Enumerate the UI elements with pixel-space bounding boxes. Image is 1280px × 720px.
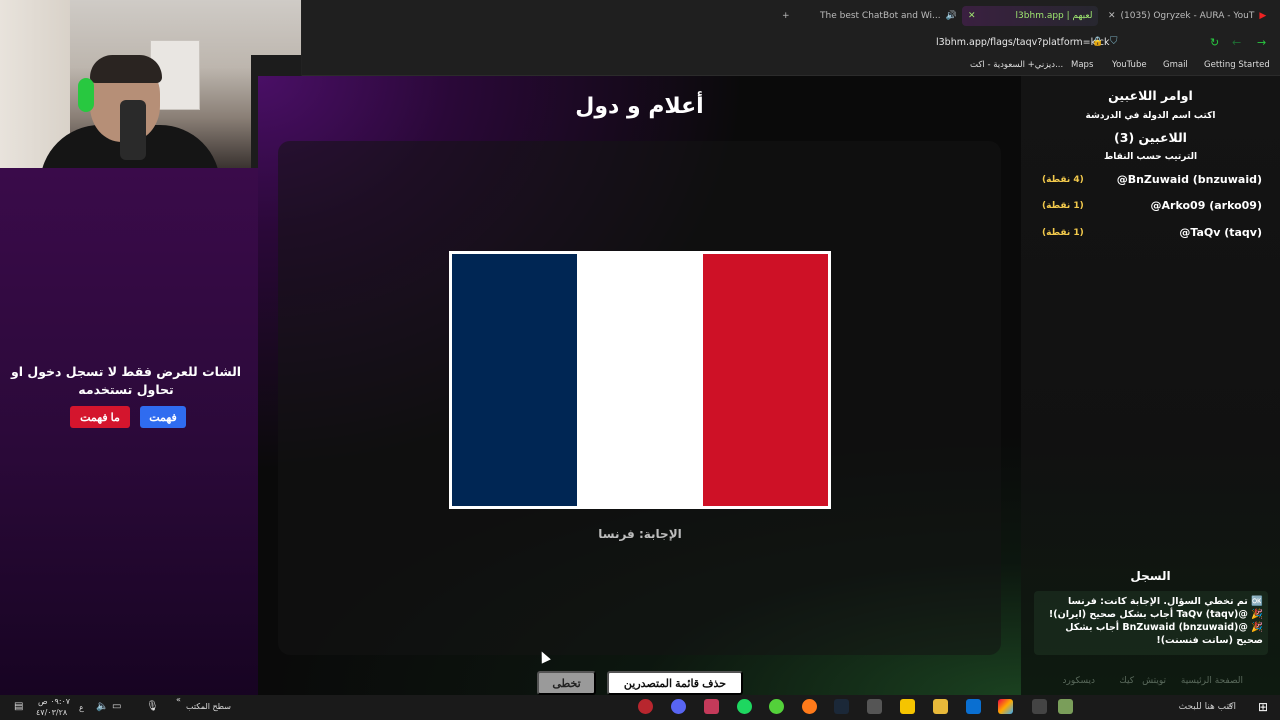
chatbot-icon[interactable] [769,699,784,714]
store-icon[interactable] [900,699,915,714]
log-title: السجل [1130,569,1171,583]
not-understood-button[interactable]: ما فهمت [70,406,130,428]
desktop-label[interactable]: سطح المكتب [186,702,231,711]
skip-button[interactable]: تخطى [537,671,596,695]
tab-l3bhm[interactable]: ✕ l3bhm.app | لعبهم [962,6,1099,26]
commands-subtitle: اكتب اسم الدولة في الدردشة [1085,111,1216,121]
player-row: @Arko09 (arko09) (1 نقطة) [1036,199,1266,217]
understood-button[interactable]: فهمت [140,406,186,428]
bookmark-youtube[interactable]: YouTube [1112,60,1147,70]
players-title: اللاعبين (3) [1114,130,1187,145]
page-title: أعلام و دول [575,94,704,119]
spotify-icon[interactable] [737,699,752,714]
obs-icon[interactable] [638,699,653,714]
log-entry: 🎉 @TaQv (taqv) أجاب بشكل صحيح (ايران)! [1048,609,1263,620]
flag-stripe-blue [452,254,578,506]
taskbar-app-icon[interactable] [1058,699,1073,714]
player-name: @Arko09 (arko09) [1150,199,1262,212]
notification-icon[interactable]: ▤ [14,701,23,712]
youtube-icon: ▶ [1259,11,1267,21]
mute-icon[interactable]: 🔊 [946,11,957,21]
chat-notice: الشات للعرض فقط لا تسجل دخول او تحاول تس… [10,364,242,397]
network-icon[interactable]: ▭ [112,701,121,712]
file-explorer-icon[interactable] [933,699,948,714]
footer-link-discord[interactable]: ديسكورد [1062,676,1095,686]
app-icon[interactable] [867,699,882,714]
close-icon[interactable]: ✕ [1108,11,1116,21]
answer-text: الإجابة: فرنسا [598,527,682,541]
footer-link-kick[interactable]: كيك [1119,676,1134,686]
url-input[interactable]: l3bhm.app/flags/taqv?platform=kick [936,37,1110,48]
player-name: @TaQv (taqv) [1179,226,1262,239]
steam-icon[interactable] [834,699,849,714]
log-box[interactable]: 🆗 تم تخطي السؤال. الإجابة كانت: فرنسا 🎉 … [1034,591,1268,655]
microphone-icon[interactable]: 🎙 [146,701,159,712]
tab-bar: + The best ChatBot and Wi... 🔊 ✕ l3bhm.a… [302,0,1280,32]
task-view-icon[interactable] [1032,699,1047,714]
tab-chatbot[interactable]: The best ChatBot and Wi... 🔊 [820,6,957,26]
bookmark-disney[interactable]: ديزني+ السعودية - اكت... [970,60,1063,70]
forward-icon[interactable]: → [1257,36,1266,49]
search-icon: ⌕ [1228,700,1234,711]
footer-link-home[interactable]: الصفحة الرئيسية [1181,676,1243,686]
log-entry: 🆗 تم تخطي السؤال. الإجابة كانت: فرنسا [1067,596,1263,607]
tab-youtube[interactable]: ✕ (1035) Ogryzek - AURA - YouT ▶ [1108,6,1266,26]
sort-label: الترتيب حسب النقاط [1103,152,1198,162]
app-icon[interactable] [704,699,719,714]
language-indicator[interactable]: ع [79,703,84,712]
player-score: (1 نقطة) [1042,201,1084,211]
webcam-feed [0,0,302,168]
new-tab-button[interactable]: + [782,6,790,26]
lock-icon: 🔒 [1092,37,1104,47]
footer-link-twitch[interactable]: تويتش [1142,676,1166,686]
close-icon[interactable]: ✕ [968,11,976,21]
clock-date[interactable]: ٤٧/٠٣/٢٨ [36,708,67,717]
log-entry: 🎉 @BnZuwaid (bnzuwaid) أجاب بشكل صحيح (س… [1065,622,1263,646]
flag-image [449,251,831,509]
player-name: @BnZuwaid (bnzuwaid) [1116,173,1262,186]
clear-leaderboard-button[interactable]: حذف قائمة المتصدرين [607,671,743,695]
bookmark-maps[interactable]: Maps [1071,60,1093,70]
copilot-icon[interactable] [998,699,1013,714]
left-panel [0,168,258,695]
discord-icon[interactable] [671,699,686,714]
footer-links: الصفحة الرئيسية تويتش كيك ديسكورد [1021,676,1280,692]
windows-start-icon[interactable]: ⊞ [1258,700,1268,714]
volume-icon[interactable]: 🔈 [96,701,108,712]
outlook-icon[interactable] [966,699,981,714]
flag-stripe-white [577,254,703,506]
chevron-icon[interactable]: « [176,695,181,704]
reload-icon[interactable]: ↻ [1210,36,1219,49]
clock-time[interactable]: ٠٩:٠٧ ص [38,697,70,706]
player-score: (4 نقطة) [1042,175,1084,185]
player-row: @BnZuwaid (bnzuwaid) (4 نقطة) [1036,173,1266,191]
bookmark-getting-started[interactable]: Getting Started [1204,60,1270,70]
address-bar: ↻ ← → l3bhm.app/flags/taqv?platform=kick… [302,32,1280,56]
taskbar-search[interactable]: اكتب هنا للبحث [1120,697,1244,718]
player-row: @TaQv (taqv) (1 نقطة) [1036,226,1266,244]
flag-stripe-red [702,254,828,506]
firefox-icon[interactable] [802,699,817,714]
shield-icon[interactable]: ⛉ [1110,36,1118,47]
bookmark-gmail[interactable]: Gmail [1163,60,1188,70]
bookmarks-bar: Getting Started Gmail YouTube Maps ديزني… [302,56,1280,76]
back-icon[interactable]: ← [1232,36,1241,49]
player-score: (1 نقطة) [1042,228,1084,238]
commands-title: اوامر اللاعبين [1108,88,1193,103]
